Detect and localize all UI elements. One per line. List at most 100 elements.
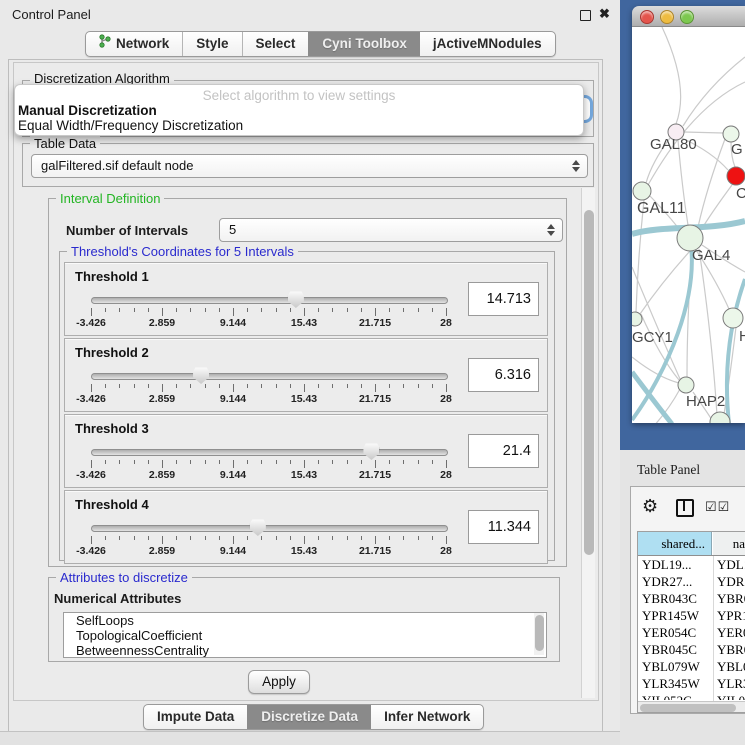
numerical-attributes-label: Numerical Attributes [54, 591, 181, 606]
threshold-value-field[interactable]: 11.344 [468, 510, 539, 544]
node-label: GAL80 [650, 136, 697, 153]
network-edge[interactable] [699, 249, 717, 415]
threshold-slider[interactable]: -3.4262.8599.14415.4321.71528 [91, 415, 446, 487]
tab-impute-data[interactable]: Impute Data [144, 705, 247, 729]
table-row[interactable]: YER054CYER0 [638, 624, 745, 641]
threshold-value-field[interactable]: 6.316 [468, 358, 539, 392]
node-label: GAL4 [692, 247, 730, 264]
slider-track[interactable] [91, 373, 448, 380]
control-panel-titlebar: Control Panel ✖ [0, 0, 620, 26]
group-title: Threshold's Coordinates for 5 Intervals [67, 244, 298, 259]
close-traffic-light[interactable] [640, 10, 654, 24]
group-title: Table Data [30, 136, 100, 151]
float-window-icon[interactable] [580, 10, 591, 21]
network-edge[interactable] [632, 372, 672, 423]
slider-ticks [91, 536, 446, 545]
network-edge[interactable] [684, 132, 723, 133]
node-label: G [731, 141, 743, 158]
panel-scrollbar[interactable] [581, 188, 595, 698]
gear-icon[interactable]: ⚙ [642, 496, 658, 516]
slider-track[interactable] [91, 525, 448, 532]
list-scrollbar[interactable] [534, 613, 544, 655]
network-node[interactable] [723, 126, 739, 142]
tab-style[interactable]: Style [182, 32, 241, 56]
table-panel-title: Table Panel [637, 462, 700, 478]
network-edge[interactable] [662, 27, 681, 124]
panel-scrollbar-thumb[interactable] [584, 210, 594, 555]
threshold-slider[interactable]: -3.4262.8599.14415.4321.71528 [91, 339, 446, 411]
network-canvas[interactable]: GAL80GCGAL11GAL4GCY1HHAP2 [632, 27, 745, 423]
popup-option-equal-width-frequency[interactable]: Equal Width/Frequency Discretization [18, 118, 243, 133]
table-row[interactable]: YDR27...YDR2 [638, 573, 745, 590]
numerical-attributes-list[interactable]: SelfLoopsTopologicalCoefficientBetweenne… [63, 612, 547, 658]
network-node[interactable] [723, 308, 743, 328]
table-row[interactable]: YPR145WYPR1 [638, 607, 745, 624]
tab-cyni-toolbox[interactable]: Cyni Toolbox [308, 32, 420, 56]
slider-tick-labels: -3.4262.8599.14415.4321.71528 [91, 393, 446, 405]
slider-handle[interactable] [288, 291, 304, 308]
network-edge[interactable] [727, 279, 745, 423]
slider-handle[interactable] [193, 367, 209, 384]
list-item[interactable]: BetweennessCentrality [64, 643, 546, 658]
minimize-traffic-light[interactable] [660, 10, 674, 24]
apply-button[interactable]: Apply [248, 670, 310, 694]
column-header-name[interactable]: na [713, 532, 745, 555]
tab-jactivemnodules[interactable]: jActiveMNodules [420, 32, 555, 56]
list-item[interactable]: TopologicalCoefficient [64, 628, 546, 643]
table-row[interactable]: YLR345WYLR3 [638, 675, 745, 692]
control-panel-tabbar: Network Style Select Cyni Toolbox jActiv… [85, 31, 556, 57]
attributes-group: Attributes to discretize Numerical Attri… [48, 577, 560, 662]
table-header: shared... na [638, 532, 745, 556]
slider-track[interactable] [91, 297, 448, 304]
slider-tick-labels: -3.4262.8599.14415.4321.71528 [91, 317, 446, 329]
network-edge[interactable] [683, 57, 745, 126]
slider-tick-labels: -3.4262.8599.14415.4321.71528 [91, 545, 446, 557]
network-node[interactable] [632, 312, 642, 326]
group-title: Interval Definition [56, 191, 164, 206]
number-of-intervals-combobox[interactable]: 5 [219, 218, 563, 242]
status-strip [0, 731, 620, 745]
threshold-value-field[interactable]: 14.713 [468, 282, 539, 316]
desktop-background: GAL80GCGAL11GAL4GCY1HHAP2 Table Panel ⚙ … [620, 0, 745, 745]
threshold-2-panel: Threshold 2 -3.4262.8599.14415.4321.7152… [64, 338, 548, 412]
table-row[interactable]: YIL052CYIL0 [638, 692, 745, 700]
table-rows: YDL19...YDL1YDR27...YDR2YBR043CYBR0YPR14… [638, 556, 745, 700]
network-node[interactable] [727, 167, 745, 185]
threshold-slider[interactable]: -3.4262.8599.14415.4321.71528 [91, 263, 446, 335]
combo-value: galFiltered.sif default node [41, 158, 193, 173]
tab-select[interactable]: Select [242, 32, 309, 56]
threshold-value-field[interactable]: 21.4 [468, 434, 539, 468]
slider-handle[interactable] [363, 443, 379, 460]
table-row[interactable]: YBL079WYBL0 [638, 658, 745, 675]
threshold-slider[interactable]: -3.4262.8599.14415.4321.71528 [91, 491, 446, 563]
window-title: Control Panel [12, 7, 91, 22]
list-item[interactable]: SelfLoops [64, 613, 546, 628]
group-title: Attributes to discretize [56, 570, 192, 585]
select-columns-icon[interactable]: ☑☑ [705, 499, 730, 515]
slider-tick-labels: -3.4262.8599.14415.4321.71528 [91, 469, 446, 481]
network-view-window: GAL80GCGAL11GAL4GCY1HHAP2 [632, 6, 745, 423]
network-window-titlebar[interactable] [632, 6, 745, 27]
table-hscrollbar[interactable] [638, 701, 745, 713]
table-row[interactable]: YDL19...YDL1 [638, 556, 745, 573]
tab-network[interactable]: Network [86, 32, 182, 56]
slider-handle[interactable] [250, 519, 266, 536]
close-icon[interactable]: ✖ [598, 7, 611, 20]
column-header-shared-name[interactable]: shared... [638, 532, 712, 555]
node-label: HAP2 [686, 393, 725, 410]
tab-discretize-data[interactable]: Discretize Data [247, 705, 371, 729]
slider-track[interactable] [91, 449, 448, 456]
network-node[interactable] [633, 182, 651, 200]
cyni-mode-tabbar: Impute Data Discretize Data Infer Networ… [143, 704, 484, 730]
network-node[interactable] [678, 377, 694, 393]
split-view-icon[interactable] [676, 499, 694, 517]
table-row[interactable]: YBR043CYBR0 [638, 590, 745, 607]
table-data-combobox[interactable]: galFiltered.sif default node [31, 154, 588, 178]
node-label: C [736, 185, 745, 202]
node-table: shared... na YDL19...YDL1YDR27...YDR2YBR… [637, 531, 745, 713]
table-panel: Table Panel ⚙ ☑☑ shared... na YDL19...YD… [620, 450, 745, 745]
zoom-traffic-light[interactable] [680, 10, 694, 24]
popup-option-manual-discretization[interactable]: Manual Discretization [18, 103, 157, 118]
tab-infer-network[interactable]: Infer Network [371, 705, 483, 729]
table-row[interactable]: YBR045CYBR0 [638, 641, 745, 658]
